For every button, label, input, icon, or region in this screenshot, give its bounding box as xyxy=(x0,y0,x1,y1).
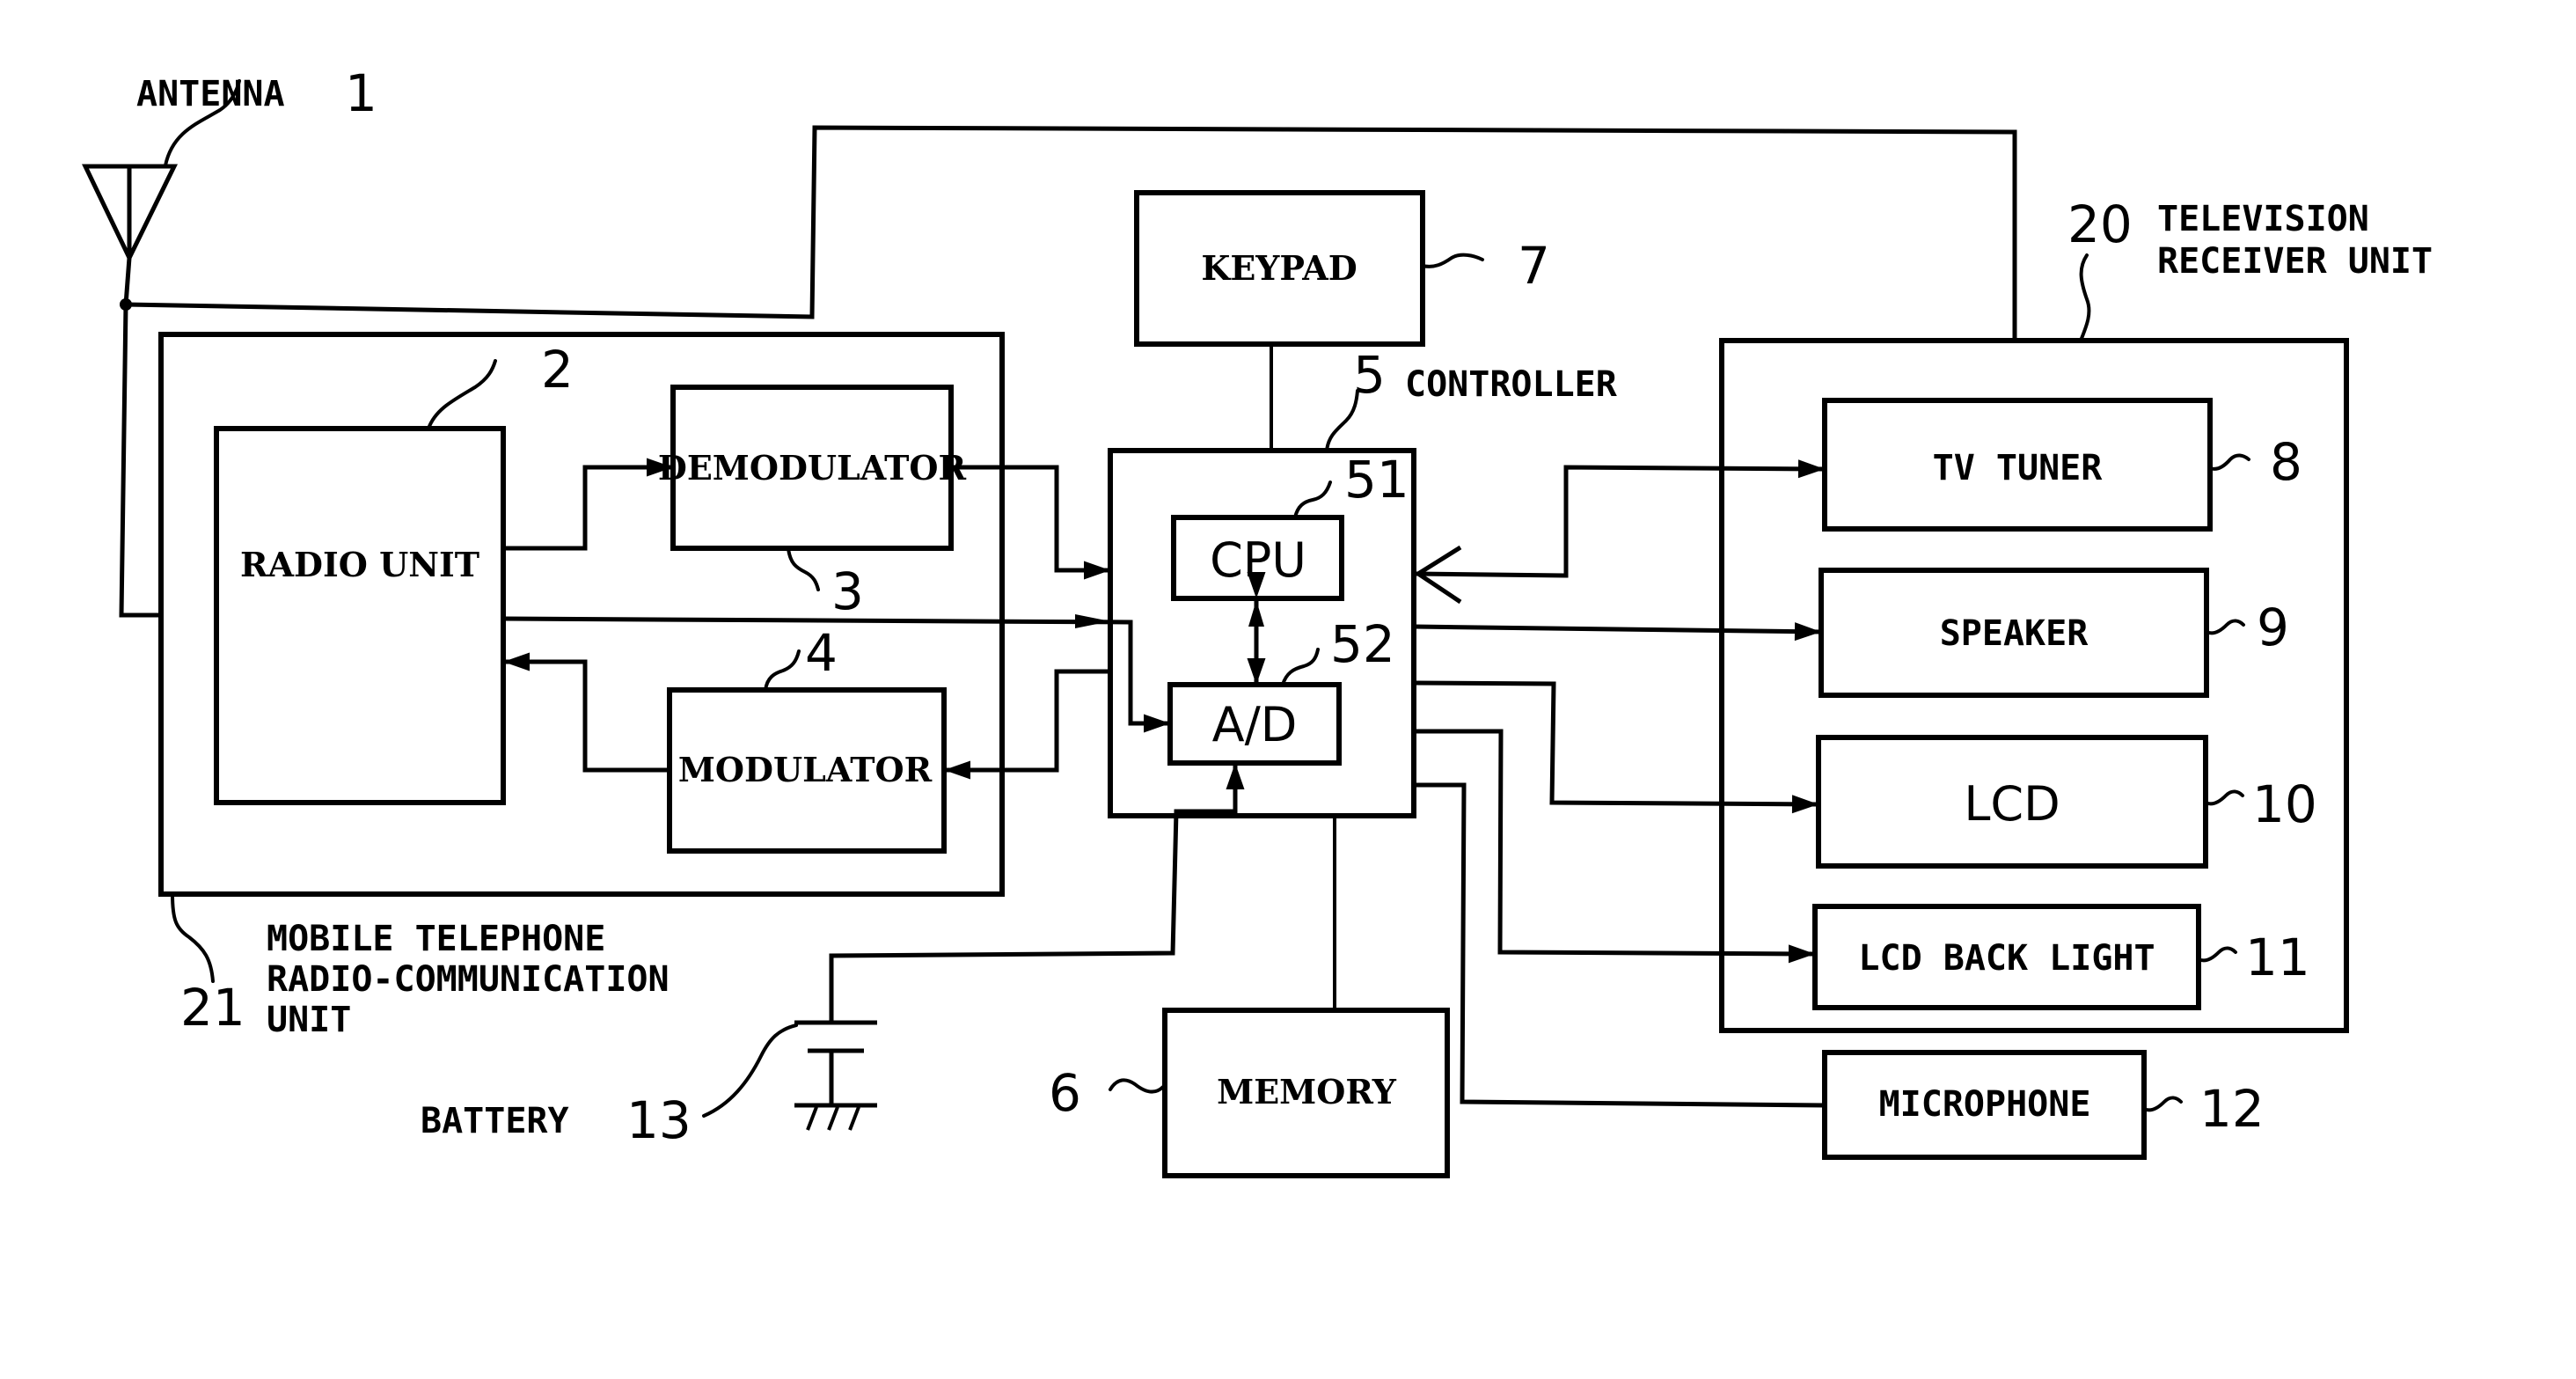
radio-unit-label: RADIO UNIT xyxy=(240,545,479,584)
tv-tuner-block: TV TUNER xyxy=(1822,398,2213,532)
speaker-label: SPEAKER xyxy=(1940,613,2089,654)
microphone-leader xyxy=(2142,1096,2183,1112)
mobile-unit-label-line2: RADIO-COMMUNICATION xyxy=(267,959,670,1000)
keypad-label: KEYPAD xyxy=(1201,248,1357,288)
mobile-unit-leader xyxy=(171,892,215,983)
lcd-block: LCD xyxy=(1816,735,2208,869)
modulator-ref: 4 xyxy=(805,623,838,683)
demodulator-label: DEMODULATOR xyxy=(658,448,967,488)
battery-symbol xyxy=(794,1020,877,1131)
memory-block: MEMORY xyxy=(1162,1008,1450,1178)
microphone-ref: 12 xyxy=(2199,1079,2265,1139)
battery-icon xyxy=(794,1020,877,1108)
tv-unit-leader xyxy=(2079,253,2091,342)
demodulator-ref: 3 xyxy=(831,561,864,621)
demodulator-block: DEMODULATOR xyxy=(658,385,967,551)
mobile-unit-label-line1: MOBILE TELEPHONE xyxy=(267,919,605,959)
memory-leader xyxy=(1109,1078,1165,1094)
memory-ref: 6 xyxy=(1049,1063,1081,1123)
cpu-label: CPU xyxy=(1210,532,1306,588)
radio-unit-ref: 2 xyxy=(541,340,574,400)
tv-unit-ref: 20 xyxy=(2067,194,2133,254)
tv-unit-label-line1: TELEVISION xyxy=(2157,199,2369,239)
lcd-back-light-label: LCD BACK LIGHT xyxy=(1858,938,2155,979)
mobile-unit-label-line3: UNIT xyxy=(267,1000,351,1040)
keypad-block: KEYPAD xyxy=(1134,190,1425,347)
microphone-block: MICROPHONE xyxy=(1822,1050,2147,1160)
tv-unit-label-line2: RECEIVER UNIT xyxy=(2157,241,2433,282)
speaker-block: SPEAKER xyxy=(1819,568,2209,698)
radio-unit-block: RADIO UNIT xyxy=(214,426,506,805)
mobile-unit-ref: 21 xyxy=(180,978,245,1038)
radio-ad-arrow-mid xyxy=(1075,614,1110,628)
tv-tuner-label: TV TUNER xyxy=(1933,448,2104,488)
antenna-icon xyxy=(82,164,179,263)
block-diagram: ANTENNA 1 21 MOBILE TELEPHONE RADIO-COMM… xyxy=(82,63,2433,1178)
lcd-label: LCD xyxy=(1964,776,2060,832)
memory-label: MEMORY xyxy=(1217,1072,1397,1111)
battery-ref: 13 xyxy=(626,1090,692,1150)
modulator-block: MODULATOR xyxy=(667,687,947,854)
cpu-block: CPU xyxy=(1171,515,1344,601)
ground-icon xyxy=(806,1106,860,1131)
keypad-leader xyxy=(1421,253,1484,268)
speaker-ref: 9 xyxy=(2257,598,2289,657)
lcd-back-light-ref: 11 xyxy=(2245,928,2310,987)
battery-leader xyxy=(702,1023,798,1118)
lcd-ref: 10 xyxy=(2252,774,2317,834)
controller-ref: 5 xyxy=(1353,345,1386,405)
cpu-ref: 51 xyxy=(1344,450,1409,510)
modulator-label: MODULATOR xyxy=(678,750,933,789)
keypad-ref: 7 xyxy=(1518,236,1550,296)
antenna-label: ANTENNA xyxy=(136,74,285,114)
battery-label: BATTERY xyxy=(421,1101,569,1141)
tv-tuner-ref: 8 xyxy=(2270,432,2302,492)
antenna-stem xyxy=(123,257,132,305)
ad-converter-block: A/D xyxy=(1167,682,1342,766)
lcd-back-light-block: LCD BACK LIGHT xyxy=(1812,904,2201,1010)
antenna-ref: 1 xyxy=(345,63,377,123)
antenna xyxy=(82,164,179,311)
controller-label: CONTROLLER xyxy=(1405,364,1618,405)
microphone-label: MICROPHONE xyxy=(1879,1084,2091,1125)
ad-ref: 52 xyxy=(1330,614,1395,674)
ad-converter-label: A/D xyxy=(1212,697,1298,752)
